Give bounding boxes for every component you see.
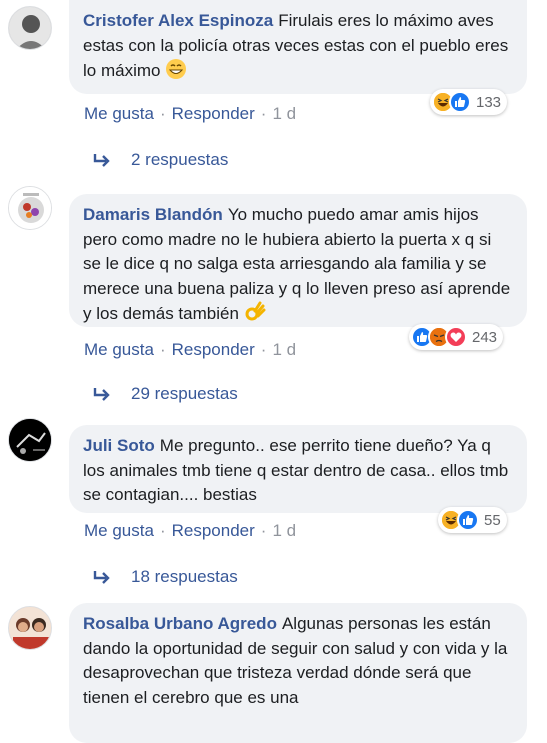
reply-button[interactable]: Responder (172, 521, 255, 540)
separator: · (159, 104, 166, 123)
reaction-count: 55 (484, 511, 501, 529)
separator: · (260, 340, 267, 359)
view-replies-link[interactable]: 2 respuestas (93, 150, 228, 170)
comment-author[interactable]: Rosalba Urbano Agredo (83, 614, 277, 633)
view-replies-link[interactable]: 18 respuestas (93, 567, 238, 587)
like-button[interactable]: Me gusta (84, 340, 154, 359)
timestamp[interactable]: 1 d (272, 521, 296, 540)
ok-hand-emoji (244, 301, 266, 323)
comment-actions: Me gusta · Responder · 1 d (84, 521, 296, 541)
reply-button[interactable]: Responder (172, 340, 255, 359)
separator: · (159, 521, 166, 540)
comment-bubble: Juli Soto Me pregunto.. ese perrito tiene… (69, 425, 527, 513)
reply-arrow-icon (93, 388, 110, 401)
comment-actions: Me gusta · Responder · 1 d (84, 340, 296, 360)
separator: · (260, 104, 267, 123)
reply-button[interactable]: Responder (172, 104, 255, 123)
reply-arrow-icon (93, 571, 110, 584)
reaction-summary[interactable]: 133 (430, 89, 508, 115)
replies-count[interactable]: 18 respuestas (131, 567, 238, 587)
like-button[interactable]: Me gusta (84, 521, 154, 540)
separator: · (159, 340, 166, 359)
avatar[interactable] (8, 418, 52, 462)
comment-bubble: Damaris Blandón Yo mucho puedo amar amis … (69, 194, 527, 327)
timestamp[interactable]: 1 d (272, 104, 296, 123)
reaction-summary[interactable]: 55 (438, 507, 507, 533)
grinning-emoji (165, 58, 187, 80)
separator: · (260, 521, 267, 540)
replies-count[interactable]: 2 respuestas (131, 150, 228, 170)
avatar[interactable] (8, 606, 52, 650)
comment-bubble: Cristofer Alex Espinoza Firulais eres lo … (69, 0, 527, 94)
reaction-count: 243 (472, 328, 498, 346)
comment-author[interactable]: Juli Soto (83, 436, 155, 455)
timestamp[interactable]: 1 d (272, 340, 296, 359)
like-icon (449, 91, 471, 113)
reaction-summary[interactable]: 243 (409, 324, 504, 350)
like-button[interactable]: Me gusta (84, 104, 154, 123)
comment-author[interactable]: Damaris Blandón (83, 205, 223, 224)
avatar[interactable] (8, 6, 52, 50)
view-replies-link[interactable]: 29 respuestas (93, 384, 238, 404)
avatar[interactable] (8, 186, 52, 230)
comment-actions: Me gusta · Responder · 1 d (84, 104, 296, 124)
replies-count[interactable]: 29 respuestas (131, 384, 238, 404)
reply-arrow-icon (93, 154, 110, 167)
like-icon (457, 509, 479, 531)
comment-bubble: Rosalba Urbano Agredo Algunas personas le… (69, 603, 527, 743)
reaction-count: 133 (476, 93, 502, 111)
love-icon (445, 326, 467, 348)
comment-author[interactable]: Cristofer Alex Espinoza (83, 11, 273, 30)
